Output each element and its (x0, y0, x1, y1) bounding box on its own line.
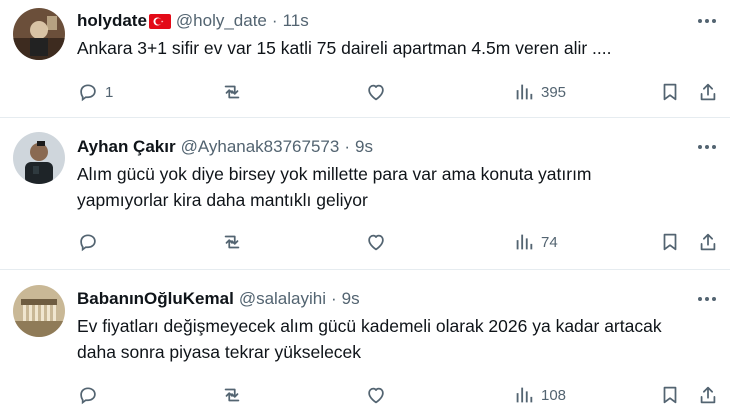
timestamp[interactable]: 9s (355, 137, 373, 157)
user-handle[interactable]: @salalayihi (239, 289, 326, 309)
tweet-text: Ev fiyatları değişmeyecek alım gücü kade… (77, 313, 720, 365)
retweet-button[interactable] (221, 230, 243, 254)
avatar[interactable] (13, 285, 65, 337)
user-handle[interactable]: @holy_date (176, 11, 267, 31)
timestamp[interactable]: 11s (283, 11, 309, 31)
bookmark-icon (663, 233, 677, 251)
tweet-header: Ayhan Çakır @Ayhanak83767573 · 9s (77, 135, 720, 159)
like-icon (368, 387, 384, 404)
retweet-button[interactable] (221, 383, 243, 407)
share-button[interactable] (697, 80, 719, 104)
display-name[interactable]: BabanınOğluKemal (77, 289, 234, 309)
retweet-icon (224, 235, 240, 249)
like-button[interactable] (365, 80, 387, 104)
tweet-1[interactable]: holydate @holy_date · 11s Ankara 3+1 sif… (0, 0, 730, 118)
reply-button[interactable]: 1 (77, 80, 113, 104)
bookmark-button[interactable] (659, 230, 681, 254)
action-bar: 108 (77, 383, 720, 407)
more-icon[interactable] (694, 289, 720, 309)
tweet-text-line: Ev fiyatları değişmeyecek alım gücü kade… (77, 316, 662, 336)
tweet-text-line: daha sonra piyasa tekrar yükselecek (77, 342, 362, 362)
separator-dot: · (344, 137, 350, 156)
tweet-text-line: yapmıyorlar kira daha mantıklı geliyor (77, 190, 368, 210)
retweet-icon (224, 388, 240, 402)
share-icon (700, 386, 716, 404)
views-count: 108 (541, 386, 567, 404)
more-icon[interactable] (694, 11, 720, 31)
turkey-flag-icon (148, 13, 171, 29)
bookmark-icon (663, 83, 677, 101)
timestamp[interactable]: 9s (342, 289, 360, 309)
bookmark-icon (663, 386, 677, 404)
share-button[interactable] (697, 230, 719, 254)
reply-button[interactable] (77, 383, 105, 407)
like-icon (368, 84, 384, 101)
display-name[interactable]: Ayhan Çakır (77, 137, 176, 157)
display-name[interactable]: holydate (77, 11, 147, 31)
views-icon (516, 387, 533, 403)
tweet-header: BabanınOğluKemal @salalayihi · 9s (77, 287, 720, 311)
reply-button[interactable] (77, 230, 105, 254)
share-button[interactable] (697, 383, 719, 407)
avatar[interactable] (13, 8, 65, 60)
like-button[interactable] (365, 383, 387, 407)
avatar[interactable] (13, 132, 65, 184)
like-button[interactable] (365, 230, 387, 254)
views-count: 74 (541, 233, 558, 251)
tweet-text-line: Alım gücü yok diye birsey yok millette p… (77, 164, 592, 184)
reply-icon (80, 387, 96, 405)
views-button[interactable]: 395 (513, 80, 566, 104)
bookmark-button[interactable] (659, 383, 681, 407)
views-icon (516, 84, 533, 100)
reply-icon (80, 84, 96, 102)
action-bar: 1 395 (77, 80, 720, 104)
more-icon[interactable] (694, 137, 720, 157)
tweet-text-line: Ankara 3+1 sifir ev var 15 katli 75 dair… (77, 38, 612, 58)
bookmark-button[interactable] (659, 80, 681, 104)
views-button[interactable]: 108 (513, 383, 566, 407)
views-icon (516, 234, 533, 250)
tweet-header: holydate @holy_date · 11s (77, 9, 720, 33)
views-count: 395 (541, 83, 567, 101)
tweet-text: Alım gücü yok diye birsey yok millette p… (77, 161, 720, 213)
share-icon (700, 233, 716, 251)
retweet-icon (224, 85, 240, 99)
tweet-text: Ankara 3+1 sifir ev var 15 katli 75 dair… (77, 35, 720, 61)
separator-dot: · (331, 289, 337, 308)
retweet-button[interactable] (221, 80, 243, 104)
separator-dot: · (271, 11, 278, 30)
tweet-2[interactable]: Ayhan Çakır @Ayhanak83767573 · 9s Alım g… (0, 118, 730, 270)
share-icon (700, 83, 716, 101)
tweet-3[interactable]: BabanınOğluKemal @salalayihi · 9s Ev fiy… (0, 270, 730, 420)
tweet-feed: holydate @holy_date · 11s Ankara 3+1 sif… (0, 0, 730, 420)
like-icon (368, 234, 384, 251)
views-button[interactable]: 74 (513, 230, 558, 254)
reply-icon (80, 234, 96, 252)
user-handle[interactable]: @Ayhanak83767573 (181, 137, 340, 157)
reply-count: 1 (105, 83, 114, 101)
action-bar: 74 (77, 230, 720, 254)
